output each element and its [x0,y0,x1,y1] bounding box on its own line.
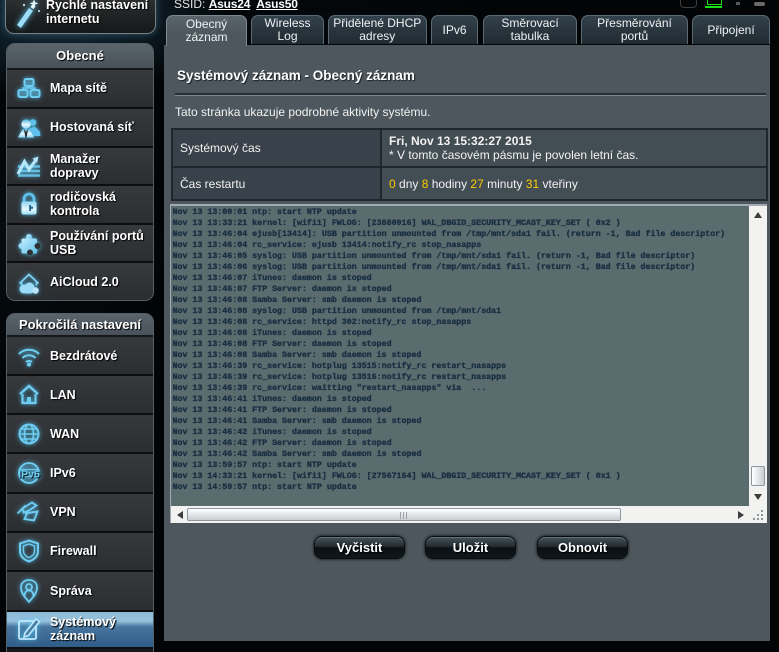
svg-text:IPv6: IPv6 [18,468,40,480]
